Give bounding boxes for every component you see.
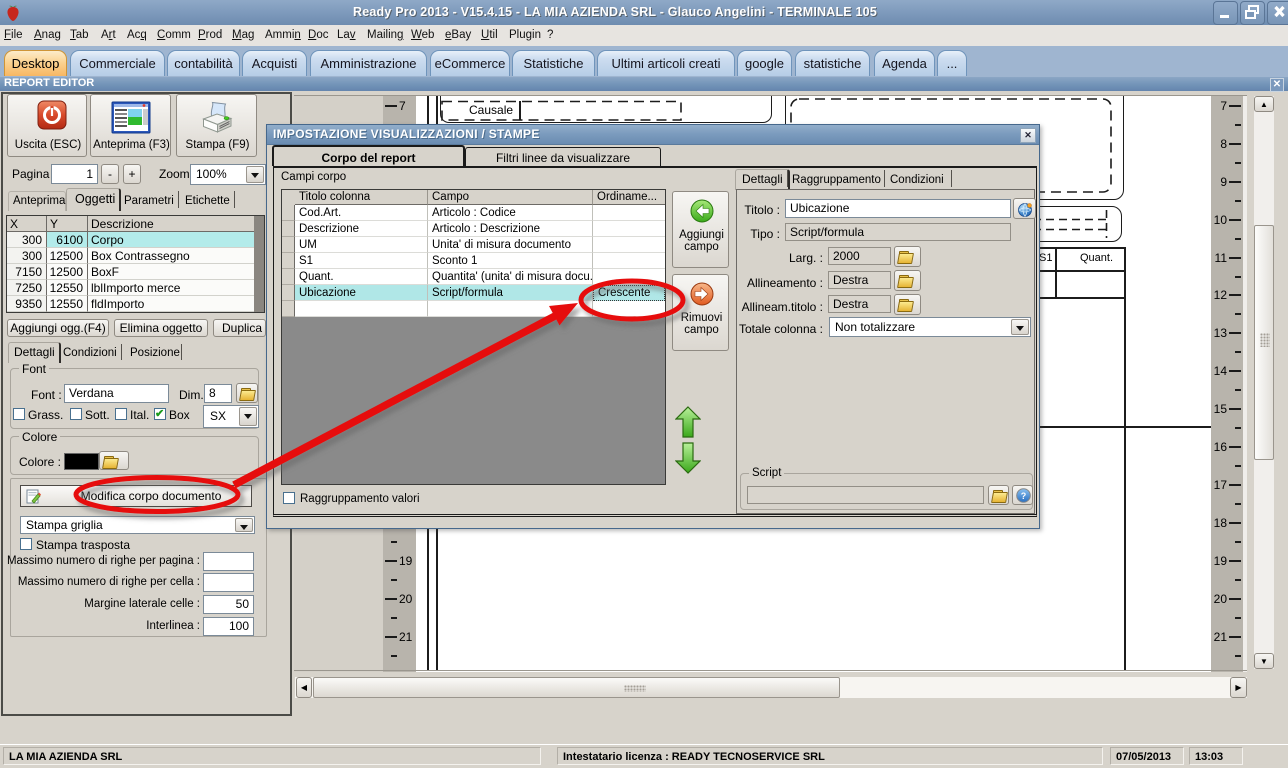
- svg-text:?: ?: [1021, 491, 1027, 501]
